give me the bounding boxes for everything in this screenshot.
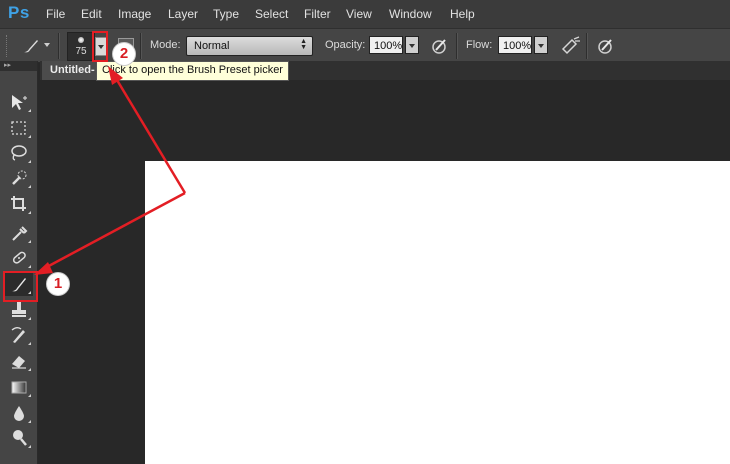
arrowhead-up (108, 66, 123, 85)
annotation-arrows (34, 66, 187, 275)
arrow-to-brush-tool (44, 191, 186, 270)
callout-2: 2 (113, 43, 135, 65)
arrow-to-preset-picker (115, 79, 187, 194)
callout-1: 1 (47, 273, 69, 295)
